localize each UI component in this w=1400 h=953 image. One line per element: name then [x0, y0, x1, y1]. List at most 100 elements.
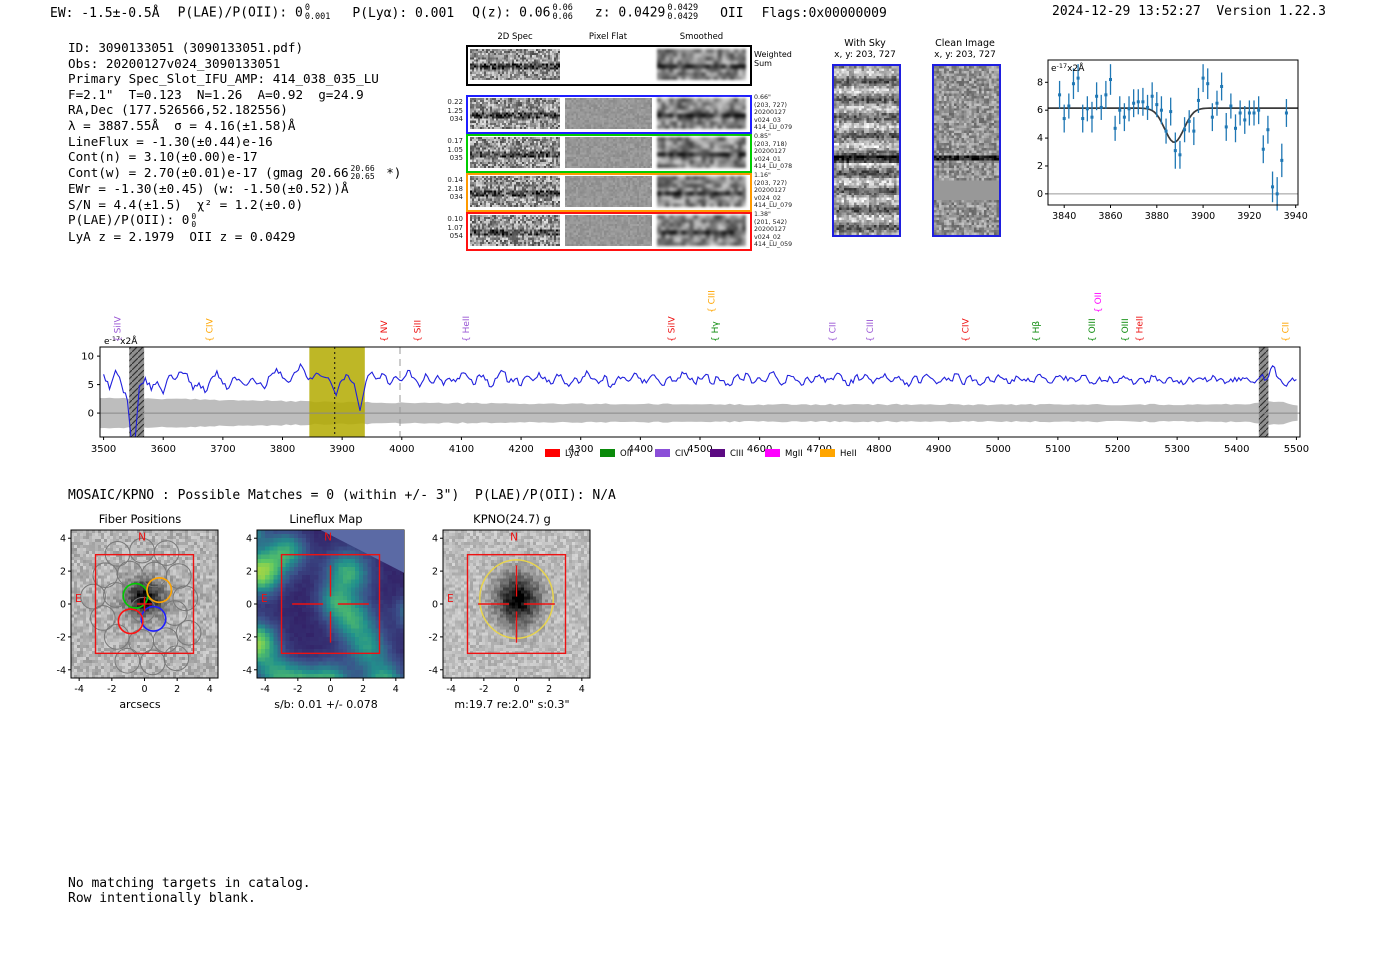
inset-data-point	[1081, 117, 1085, 121]
spec2d-row-left-labels: 0.14 2.18 034	[447, 176, 463, 202]
header-segment: EW: -1.5±-0.5Å	[50, 5, 160, 21]
info-line: RA,Dec (177.526566,52.182556)	[68, 102, 288, 118]
inset-data-point	[1113, 126, 1117, 130]
svg-text:2: 2	[246, 567, 252, 578]
svg-text:4: 4	[1037, 133, 1043, 144]
line-id-label: { OII	[1094, 292, 1104, 313]
line-id-label: { CII	[1282, 322, 1292, 342]
line-id-label: { SiIV	[667, 316, 677, 342]
svg-text:-2: -2	[243, 632, 252, 643]
svg-text:3800: 3800	[270, 444, 295, 455]
legend-swatch	[820, 449, 835, 457]
inset-data-point	[1132, 101, 1136, 105]
panel-xlabel: s/b: 0.01 +/- 0.078	[274, 698, 378, 711]
svg-text:0: 0	[141, 684, 147, 695]
line-id-label: { Hγ	[711, 321, 721, 342]
info-line: Cont(w) = 2.70(±0.01)e-17 (gmag 20.66 20.…	[68, 164, 402, 182]
inset-data-point	[1178, 153, 1182, 157]
header-supsub: 0 0.001	[304, 3, 331, 22]
svg-text:3880: 3880	[1145, 211, 1169, 222]
fiber-circle	[163, 645, 190, 672]
spec2d-row-left-labels: 0.10 1.07 054	[447, 215, 463, 241]
spec2d-row-pixelflat	[565, 137, 652, 168]
header-summary: EW: -1.5±-0.5Å P(LAE)/P(OII): 0 0 0.001 P(Ly…	[50, 4, 905, 22]
info-line: Cont(n) = 3.10(±0.00)e-17	[68, 149, 258, 165]
svg-text:4100: 4100	[449, 444, 474, 455]
clean-image	[932, 64, 1001, 237]
spec2d-row-2dspec	[470, 176, 560, 207]
info-line: LineFlux = -1.30(±0.44)e-16	[68, 133, 273, 149]
inset-data-point	[1164, 129, 1168, 133]
line-id-label: { CIII	[707, 290, 717, 313]
spec2d-row-left-labels: 0.17 1.05 035	[447, 137, 463, 163]
svg-text:4: 4	[432, 534, 438, 545]
masked-band	[1258, 347, 1269, 437]
info-line: P(LAE)/P(OII): 000	[68, 211, 197, 229]
inset-data-point	[1136, 100, 1140, 104]
inset-data-point	[1224, 125, 1228, 129]
svg-text:3700: 3700	[210, 444, 235, 455]
svg-text:8: 8	[1037, 77, 1043, 88]
inset-data-point	[1155, 103, 1159, 107]
svg-text:6: 6	[1037, 105, 1043, 116]
inset-data-point	[1252, 111, 1256, 115]
line-fit-inset-chart: 3840 3860 3880 3900 3920 3940 0 2 4 6 8 e-17x2Å	[1037, 59, 1308, 222]
spec2d-row-pixelflat	[565, 176, 652, 207]
inset-data-point	[1229, 104, 1233, 108]
svg-text:4500: 4500	[687, 444, 712, 455]
svg-text:3900: 3900	[329, 444, 354, 455]
inset-data-point	[1201, 76, 1205, 80]
svg-text:4200: 4200	[508, 444, 533, 455]
elixer-report-page: EW: -1.5±-0.5Å P(LAE)/P(OII): 0 0 0.001 P(Ly…	[0, 0, 1400, 953]
line-id-label: { CIV	[961, 317, 971, 342]
with-sky-title: With Sky	[844, 38, 886, 49]
svg-text:0: 0	[513, 684, 519, 695]
inset-data-point	[1141, 100, 1145, 104]
legend-swatch	[710, 449, 725, 457]
legend-label: HeII	[840, 449, 857, 459]
fiber-circle	[103, 624, 130, 650]
inset-data-point	[1238, 111, 1242, 115]
inset-data-point	[1173, 149, 1177, 153]
inset-data-point	[1076, 76, 1080, 80]
info-line: LyA z = 2.1979 OII z = 0.0429	[68, 228, 296, 244]
fiber-circle	[116, 560, 143, 587]
svg-text:0: 0	[246, 600, 252, 611]
detection-info-block: ID: 3090133051 (3090133051.pdf) Obs: 2020…	[68, 40, 401, 245]
inset-data-point	[1206, 82, 1210, 86]
inset-data-point	[1284, 111, 1288, 115]
info-line: ID: 3090133051 (3090133051.pdf)	[68, 40, 304, 55]
svg-text:2: 2	[174, 684, 180, 695]
inset-data-point	[1210, 115, 1214, 119]
sky-cutouts-panel: With Sky x, y: 203, 727 Clean Image x, y…	[820, 38, 1010, 248]
inset-data-point	[1062, 117, 1066, 121]
inset-data-point	[1085, 107, 1089, 111]
inset-data-point	[1067, 104, 1071, 108]
weighted-2dspec-image	[470, 49, 560, 80]
svg-text:3600: 3600	[150, 444, 175, 455]
inset-data-point	[1196, 98, 1200, 102]
svg-text:-4: -4	[243, 665, 252, 676]
inset-data-point	[1071, 82, 1075, 86]
header-segment: OII	[720, 5, 744, 21]
spec2d-header-2dspec: 2D Spec	[497, 32, 533, 42]
info-line: EWr = -1.30(±0.45) (w: -1.50(±0.52))Å	[68, 181, 349, 197]
inset-data-point	[1187, 119, 1191, 123]
clean-image-coords: x, y: 203, 727	[934, 50, 996, 60]
fiber-circle	[104, 541, 131, 567]
header-segment: P(LAE)/P(OII): 0 0 0.001	[177, 3, 331, 22]
selected-fiber-circle	[146, 576, 173, 604]
spec2d-row-2dspec	[470, 98, 560, 129]
info-line: S/N = 4.4(±1.5) χ² = 1.2(±0.0)	[68, 196, 304, 212]
spec2d-row-smoothed	[657, 215, 746, 246]
inset-data-point	[1243, 118, 1247, 122]
spec2d-row-pixelflat	[565, 215, 652, 246]
legend-label: CIII	[730, 449, 743, 459]
inset-data-point	[1280, 158, 1284, 162]
svg-text:3500: 3500	[91, 444, 116, 455]
panel-xlabel: m:19.7 re:2.0" s:0.3"	[454, 698, 570, 711]
info-line: λ = 3887.55Å σ = 4.16(±1.58)Å	[68, 117, 296, 133]
svg-text:5400: 5400	[1224, 444, 1249, 455]
svg-text:5000: 5000	[985, 444, 1010, 455]
line-id-label: { OIII	[1121, 318, 1131, 342]
